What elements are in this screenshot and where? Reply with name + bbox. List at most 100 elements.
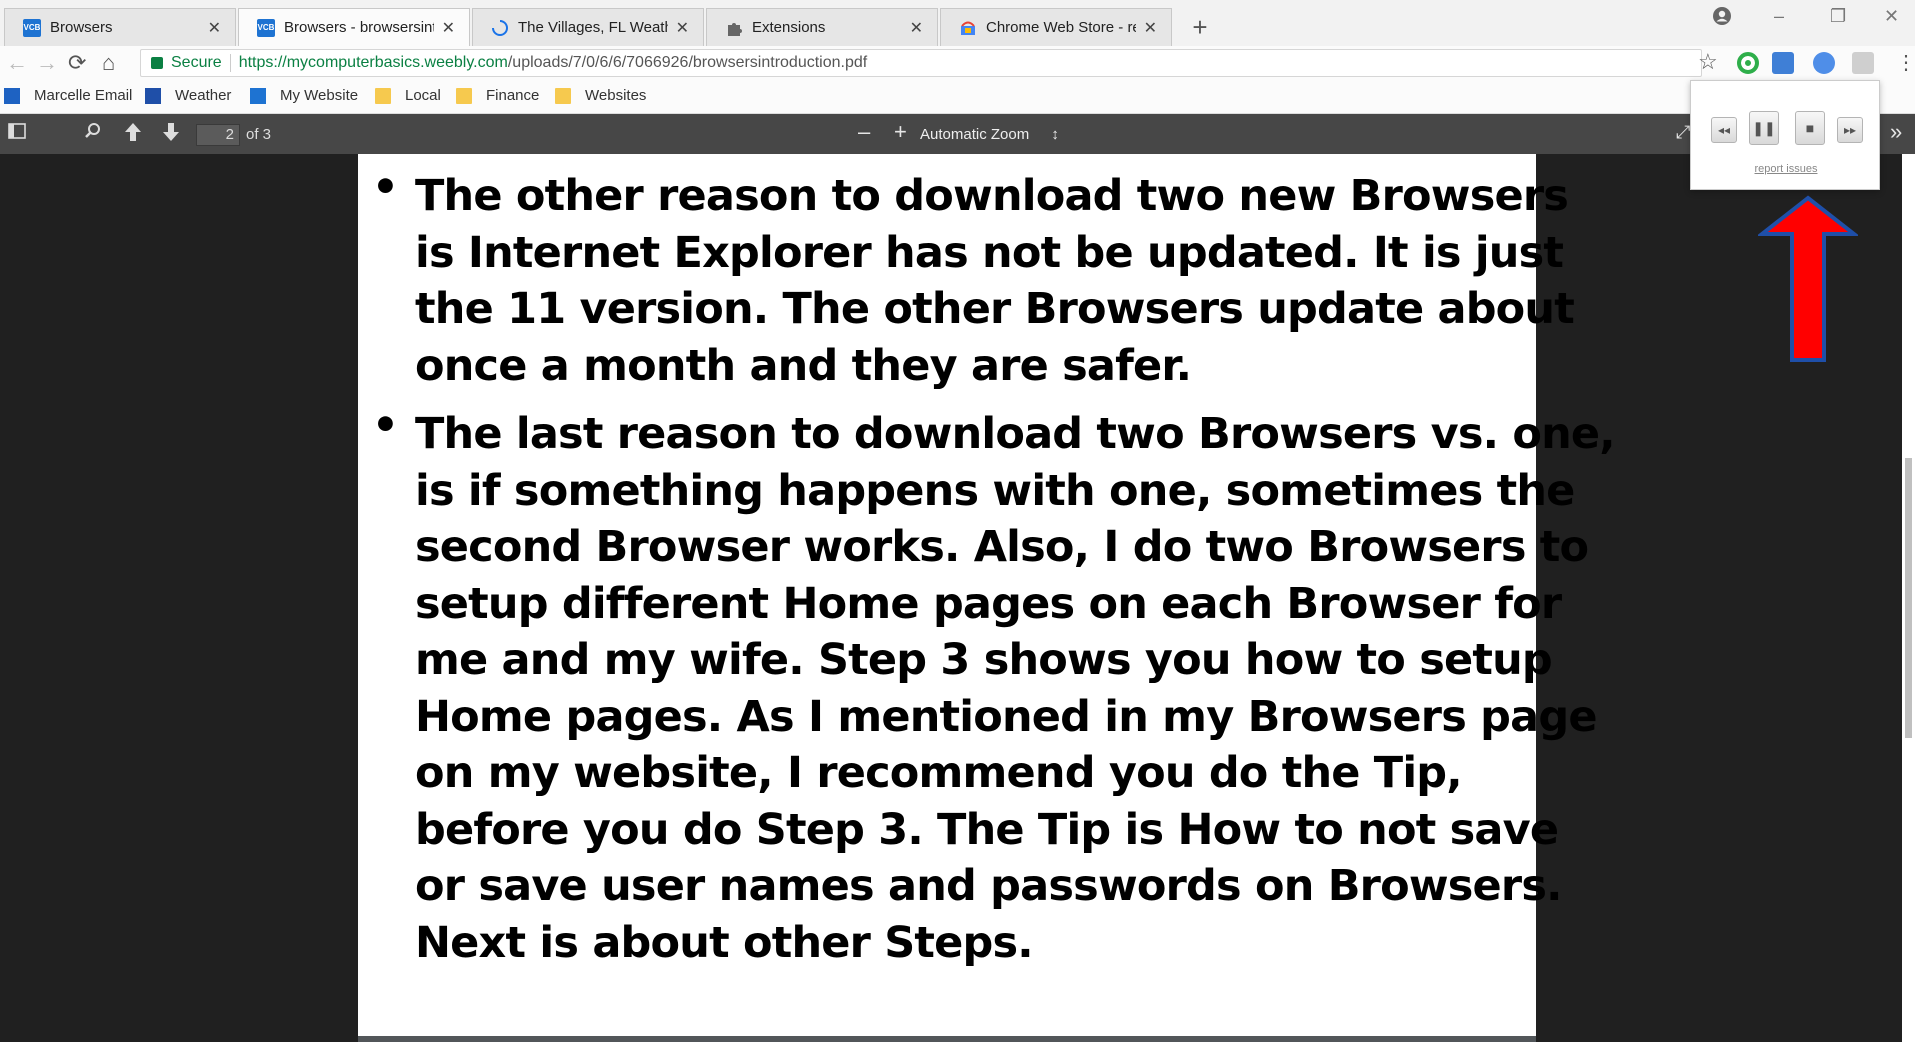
- lock-icon: [151, 57, 163, 69]
- address-bar[interactable]: Secure https://mycomputerbasics.weebly.c…: [140, 49, 1702, 77]
- report-issues-link[interactable]: report issues: [1691, 163, 1881, 175]
- bullet-dot: •: [372, 162, 399, 211]
- bookmark-websites[interactable]: Websites: [555, 87, 646, 104]
- webstore-icon: [959, 19, 977, 37]
- sidebar-toggle-icon[interactable]: [8, 122, 26, 145]
- bookmark-finance[interactable]: Finance: [456, 87, 539, 104]
- tab-title: The Villages, FL Weather: [518, 19, 668, 36]
- bookmark-label: Websites: [585, 87, 647, 104]
- bullet-dot: •: [372, 400, 399, 449]
- extension-speaker-icon[interactable]: [1852, 52, 1874, 74]
- bookmark-marcelle-email[interactable]: Marcelle Email: [4, 87, 132, 104]
- secure-label: Secure: [171, 54, 231, 72]
- media-extension-popup: ◂◂ ❚❚ ■ ▸▸ report issues: [1690, 80, 1880, 190]
- tools-expand-icon[interactable]: »: [1890, 119, 1902, 145]
- tab-chrome-web-store[interactable]: Chrome Web Store - reac ✕: [940, 8, 1172, 46]
- text-line: Next is about other Steps.: [415, 917, 1034, 968]
- red-arrow-annotation: [1758, 195, 1858, 362]
- page-count: of 3: [246, 126, 272, 143]
- tab-title: Extensions: [752, 19, 826, 36]
- extension-translate-icon[interactable]: [1772, 52, 1794, 74]
- back-icon[interactable]: ←: [6, 50, 28, 76]
- zoom-label: Automatic Zoom: [920, 126, 1030, 143]
- zoom-select[interactable]: Automatic Zoom ↕: [920, 124, 1070, 146]
- restore-button[interactable]: ❐: [1830, 6, 1846, 27]
- previous-page-icon[interactable]: [124, 122, 142, 147]
- next-page-icon[interactable]: [162, 122, 180, 147]
- text-line: me and my wife. Step 3 shows you how to …: [415, 635, 1553, 685]
- tab-title: Browsers: [50, 19, 113, 36]
- extension-globe-icon[interactable]: [1813, 52, 1835, 74]
- folder-icon: [456, 87, 472, 104]
- zoom-in-button[interactable]: +: [894, 119, 907, 145]
- navigation-toolbar: ← → ⟳ ⌂ Secure https://mycomputerbasics.…: [0, 46, 1915, 80]
- menu-icon[interactable]: ⋮: [1896, 50, 1915, 75]
- tab-extensions[interactable]: Extensions ✕: [706, 8, 938, 46]
- tab-browsers[interactable]: VCB Browsers ✕: [4, 8, 236, 46]
- url-text: https://mycomputerbasics.weebly.com/uplo…: [239, 54, 868, 72]
- bookmark-local[interactable]: Local: [375, 87, 441, 104]
- profile-icon[interactable]: [1712, 6, 1732, 31]
- stop-button[interactable]: ■: [1795, 111, 1825, 145]
- loading-icon: [491, 19, 509, 37]
- bookmark-label: Marcelle Email: [34, 87, 133, 104]
- bullet-text: The other reason to download two new Bro…: [415, 168, 1575, 394]
- text-line: or save user names and passwords on Brow…: [415, 861, 1562, 911]
- search-icon[interactable]: [84, 122, 102, 145]
- text-line: on my website, I recommend you do the Ti…: [415, 748, 1463, 798]
- text-line: is Internet Explorer has not be updated.…: [415, 227, 1564, 278]
- text-line: The other reason to download two new Bro…: [415, 171, 1569, 221]
- text-line: second Browser works. Also, I do two Bro…: [415, 522, 1589, 572]
- close-icon[interactable]: ✕: [442, 18, 455, 38]
- fast-forward-button[interactable]: ▸▸: [1837, 117, 1863, 143]
- bookmarks-bar: Marcelle Email Weather My Website Local …: [0, 80, 1915, 114]
- pdf-page: • The other reason to download two new B…: [358, 154, 1616, 1036]
- text-line: The last reason to download two Browsers…: [415, 409, 1616, 459]
- outlook-icon: [4, 87, 20, 104]
- bullet-text: The last reason to download two Browsers…: [415, 406, 1616, 971]
- page-number-input[interactable]: 2: [196, 124, 240, 146]
- text-line: once a month and they are safer.: [415, 340, 1192, 391]
- tab-title: Chrome Web Store - reac: [986, 19, 1136, 36]
- new-tab-button[interactable]: +: [1178, 12, 1222, 44]
- zoom-out-button[interactable]: –: [858, 119, 870, 145]
- bookmark-label: Local: [405, 87, 441, 104]
- pause-button[interactable]: ❚❚: [1749, 111, 1779, 145]
- bookmark-weather[interactable]: Weather: [145, 87, 231, 104]
- bookmark-my-website[interactable]: My Website: [250, 87, 358, 104]
- tab-title: Browsers - browsersintro: [284, 19, 434, 36]
- close-icon[interactable]: ✕: [1144, 18, 1157, 38]
- rewind-button[interactable]: ◂◂: [1711, 117, 1737, 143]
- text-line: setup different Home pages on each Brows…: [415, 578, 1562, 629]
- close-icon[interactable]: ✕: [676, 18, 689, 38]
- tab-strip: VCB Browsers ✕ VCB Browsers - browsersin…: [0, 0, 1915, 46]
- text-line: before you do Step 3. The Tip is How to …: [415, 804, 1559, 855]
- text-line: Home pages. As I mentioned in my Browser…: [415, 691, 1598, 742]
- forward-icon[interactable]: →: [36, 50, 58, 76]
- extension-green-icon[interactable]: [1737, 52, 1759, 74]
- chevron-updown-icon: ↕: [1051, 126, 1059, 143]
- text-line: the 11 version. The other Browsers updat…: [415, 284, 1575, 334]
- viewer-margin-left: [0, 154, 358, 1042]
- home-icon[interactable]: ⌂: [102, 50, 115, 76]
- bookmark-label: Finance: [486, 87, 540, 104]
- tab-villages-weather[interactable]: The Villages, FL Weather ✕: [472, 8, 704, 46]
- puzzle-icon: [725, 19, 743, 37]
- vcb-icon: VCB: [23, 18, 41, 37]
- close-icon[interactable]: ✕: [208, 18, 221, 38]
- url-host: https://mycomputerbasics.weebly.com: [238, 54, 508, 71]
- star-icon[interactable]: ☆: [1698, 49, 1718, 75]
- scrollbar-thumb[interactable]: [1905, 458, 1912, 738]
- text-line: is if something happens with one, someti…: [415, 465, 1575, 516]
- url-path: /uploads/7/0/6/6/7066926/browsersintrodu…: [507, 54, 868, 71]
- weather-icon: [145, 87, 161, 104]
- close-icon[interactable]: ✕: [910, 18, 923, 38]
- vcb-icon: [250, 87, 266, 104]
- window-close-button[interactable]: ✕: [1884, 6, 1899, 27]
- reload-icon[interactable]: ⟳: [68, 50, 86, 76]
- minimize-button[interactable]: –: [1774, 6, 1784, 27]
- fullscreen-icon[interactable]: ⤢: [1676, 122, 1690, 143]
- tab-browsers-pdf[interactable]: VCB Browsers - browsersintro ✕: [238, 8, 470, 46]
- folder-icon: [375, 87, 391, 104]
- pdf-toolbar: 2 of 3 – + Automatic Zoom ↕ ⤢ »: [0, 114, 1915, 154]
